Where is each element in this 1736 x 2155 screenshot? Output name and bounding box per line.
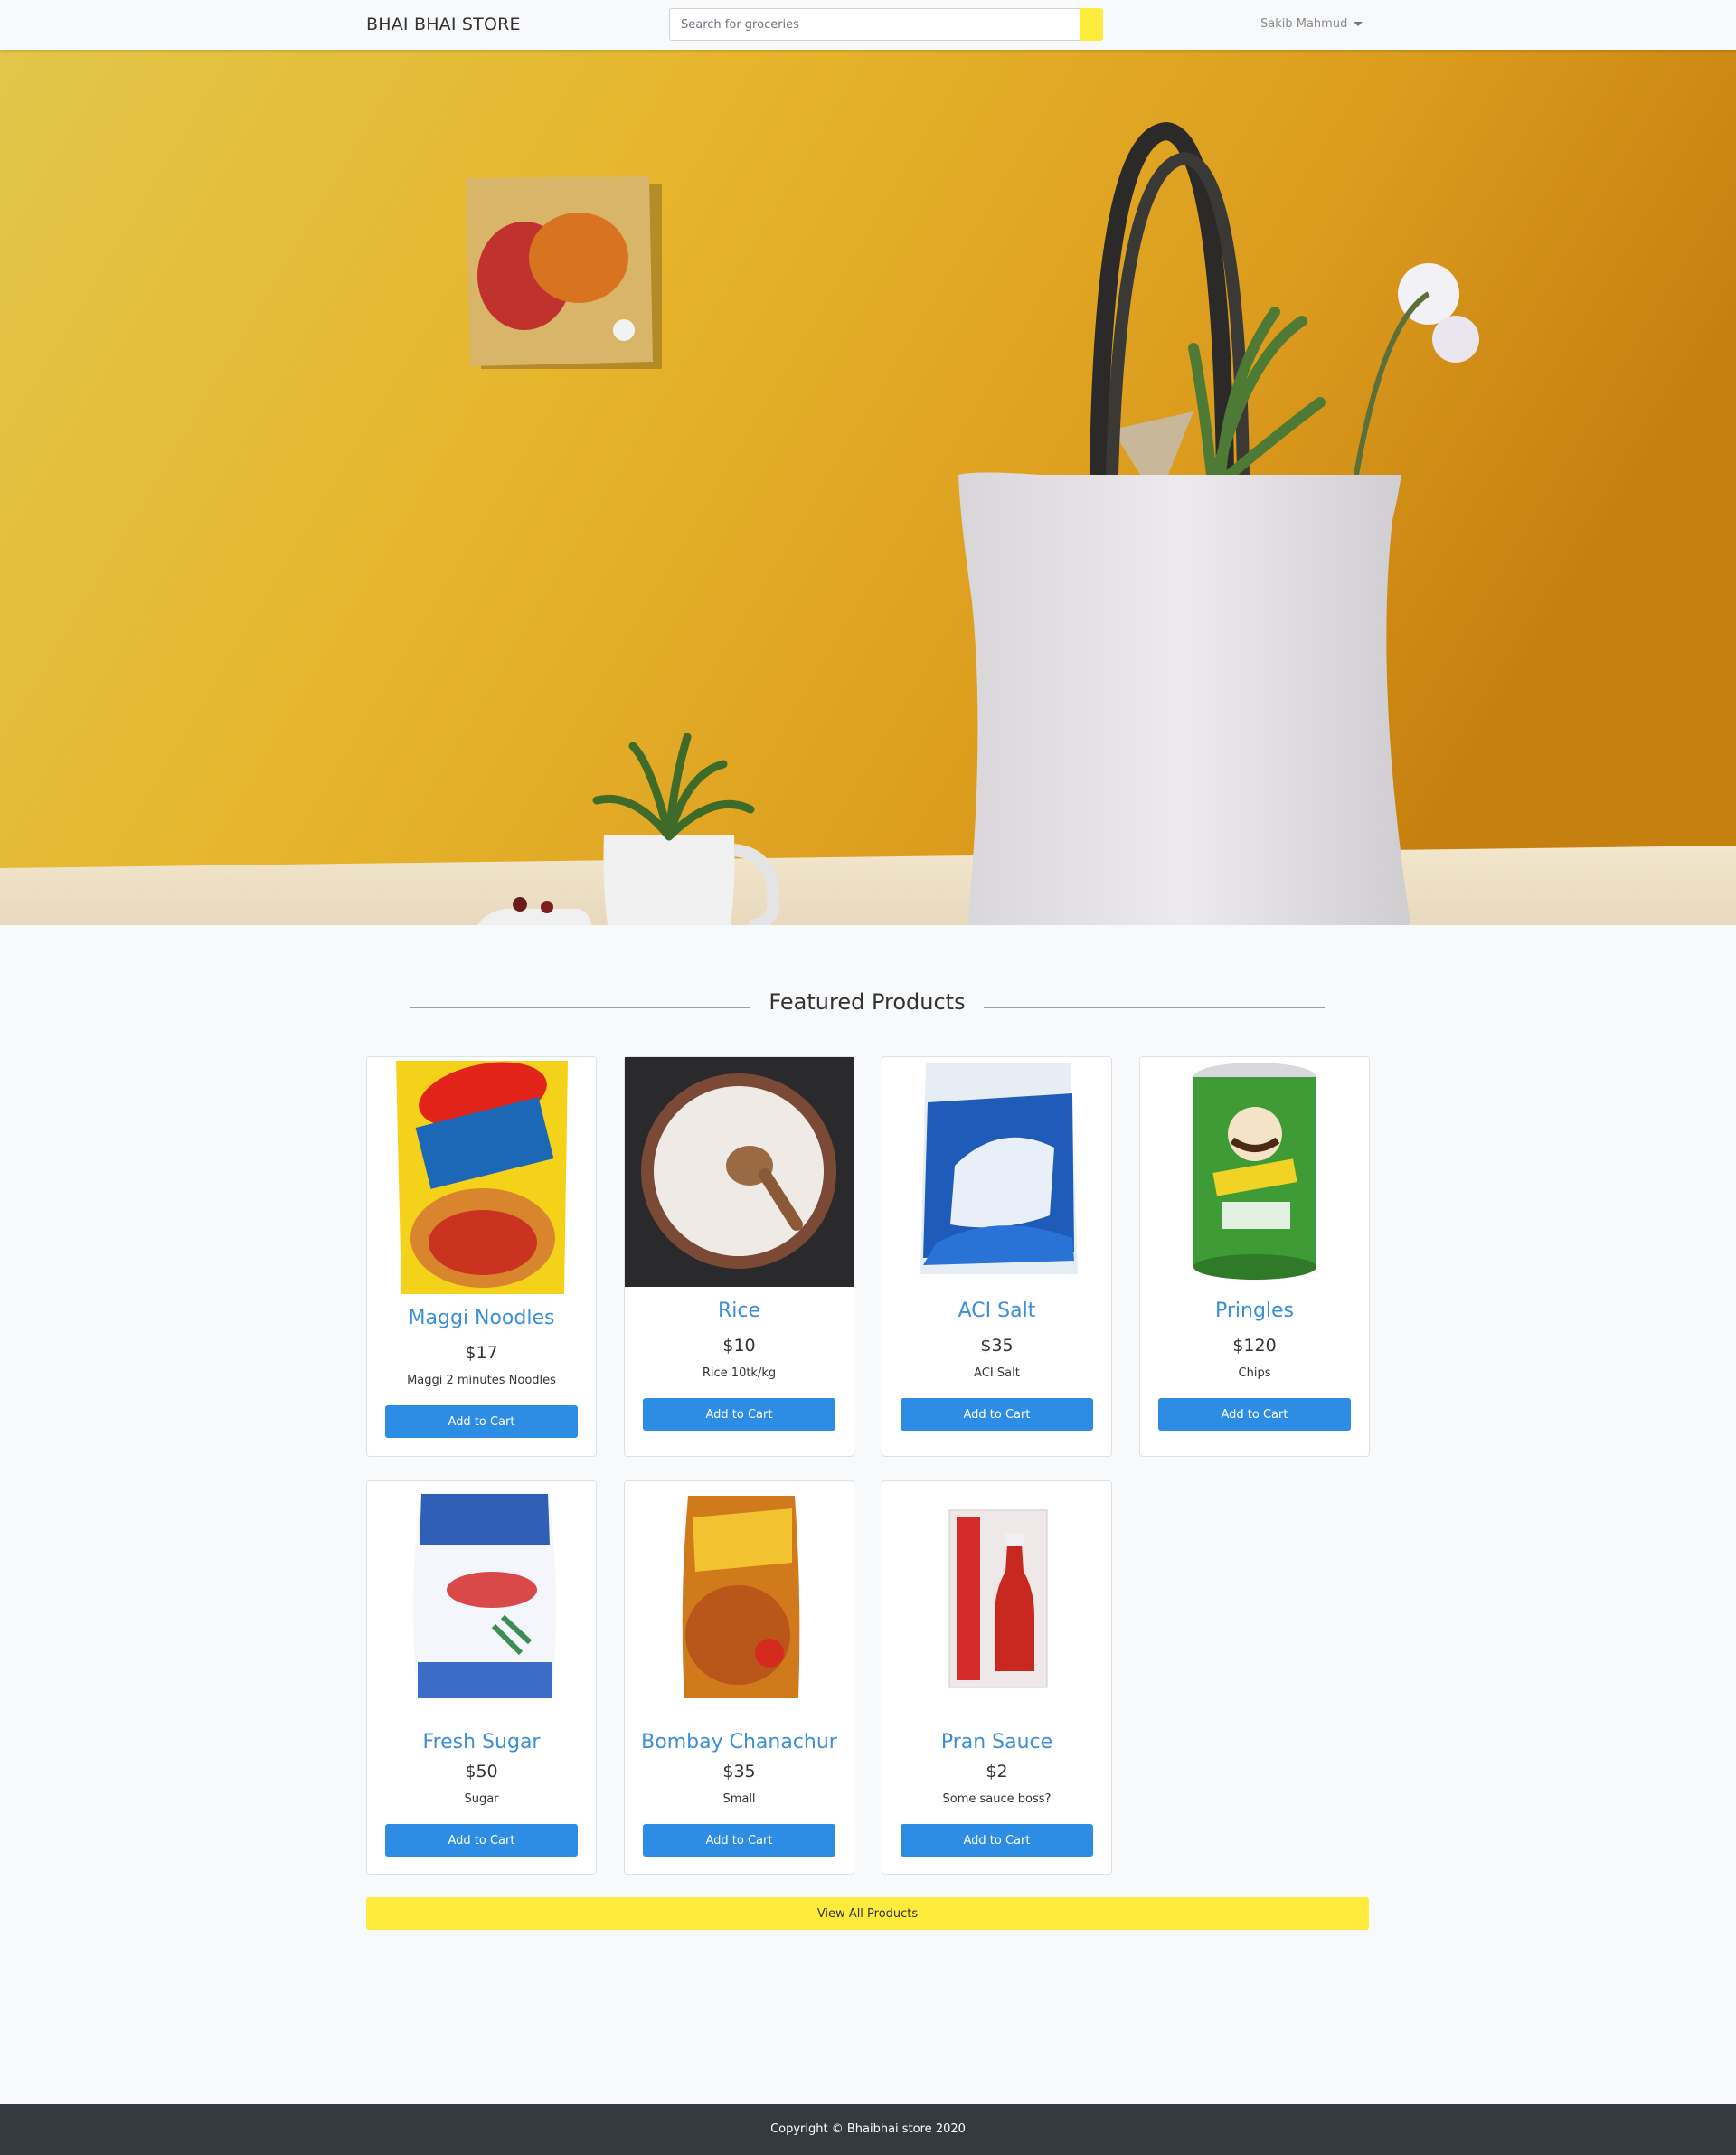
product-name-link[interactable]: ACI Salt bbox=[882, 1300, 1111, 1322]
hero-banner bbox=[0, 50, 1736, 925]
product-description: Sugar bbox=[464, 1792, 499, 1806]
product-description: Maggi 2 minutes Noodles bbox=[407, 1374, 556, 1387]
product-description: Small bbox=[722, 1792, 756, 1806]
product-card: Maggi Noodles $17 Maggi 2 minutes Noodle… bbox=[366, 1056, 597, 1457]
product-price: $50 bbox=[465, 1762, 498, 1782]
chanachur-pack-image bbox=[682, 1496, 800, 1698]
product-image[interactable] bbox=[385, 1481, 580, 1711]
view-all-products-button[interactable]: View All Products bbox=[366, 1897, 1369, 1930]
product-image[interactable] bbox=[901, 1481, 1095, 1711]
search-input[interactable] bbox=[669, 8, 1080, 41]
add-to-cart-button[interactable]: Add to Cart bbox=[643, 1824, 835, 1857]
navbar: BHAI BHAI STORE Sakib Mahmud bbox=[0, 0, 1736, 50]
add-to-cart-button[interactable]: Add to Cart bbox=[385, 1824, 578, 1857]
user-name: Sakib Mahmud bbox=[1260, 17, 1348, 31]
footer: Copyright © Bhaibhai store 2020 bbox=[0, 2104, 1736, 2155]
product-image[interactable] bbox=[643, 1481, 837, 1711]
product-card: ACI Salt $35 ACI Salt Add to Cart bbox=[882, 1056, 1112, 1457]
product-price: $35 bbox=[980, 1336, 1014, 1356]
add-to-cart-button[interactable]: Add to Cart bbox=[385, 1405, 578, 1438]
user-dropdown[interactable]: Sakib Mahmud bbox=[1260, 17, 1363, 31]
product-name-link[interactable]: Fresh Sugar bbox=[367, 1731, 596, 1753]
search-button[interactable] bbox=[1080, 8, 1103, 41]
add-to-cart-button[interactable]: Add to Cart bbox=[901, 1398, 1093, 1431]
wall-painting bbox=[466, 176, 662, 369]
hero-image bbox=[0, 50, 1736, 925]
add-to-cart-button[interactable]: Add to Cart bbox=[1158, 1398, 1351, 1431]
section-title: Featured Products bbox=[410, 989, 1325, 1015]
add-to-cart-button[interactable]: Add to Cart bbox=[901, 1824, 1093, 1857]
featured-products-heading: Featured Products bbox=[410, 989, 1325, 1026]
product-description: Chips bbox=[1238, 1366, 1271, 1380]
product-card: Bombay Chanachur $35 Small Add to Cart bbox=[624, 1480, 854, 1875]
product-description: ACI Salt bbox=[974, 1366, 1020, 1380]
product-price: $10 bbox=[722, 1336, 756, 1356]
product-name-link[interactable]: Maggi Noodles bbox=[367, 1307, 596, 1329]
rice-bowl-image bbox=[625, 1057, 854, 1287]
product-price: $17 bbox=[465, 1343, 498, 1363]
product-description: Rice 10tk/kg bbox=[702, 1366, 777, 1380]
product-image[interactable] bbox=[901, 1057, 1095, 1287]
product-name-link[interactable]: Rice bbox=[625, 1300, 854, 1322]
brand-logo-link[interactable]: BHAI BHAI STORE bbox=[366, 14, 521, 34]
aci-salt-pack-image bbox=[920, 1063, 1078, 1274]
product-card: Pringles $120 Chips Add to Cart bbox=[1139, 1056, 1370, 1457]
product-price: $35 bbox=[722, 1762, 756, 1782]
add-to-cart-button[interactable]: Add to Cart bbox=[643, 1398, 835, 1431]
product-price: $2 bbox=[986, 1762, 1008, 1782]
search-bar bbox=[669, 8, 1103, 41]
product-name-link[interactable]: Pringles bbox=[1140, 1300, 1369, 1322]
product-card: Rice $10 Rice 10tk/kg Add to Cart bbox=[624, 1056, 854, 1457]
product-image[interactable] bbox=[385, 1057, 580, 1296]
fresh-sugar-pack-image bbox=[412, 1494, 557, 1698]
sauce-bottle-image bbox=[948, 1509, 1048, 1688]
product-image[interactable] bbox=[625, 1057, 854, 1287]
product-card: Fresh Sugar $50 Sugar Add to Cart bbox=[366, 1480, 597, 1875]
pringles-can-image bbox=[1194, 1063, 1316, 1280]
product-name-link[interactable]: Bombay Chanachur bbox=[625, 1731, 854, 1753]
product-image[interactable] bbox=[1158, 1057, 1353, 1287]
product-name-link[interactable]: Pran Sauce bbox=[882, 1731, 1111, 1753]
product-price: $120 bbox=[1232, 1336, 1277, 1356]
maggi-noodles-pack-image bbox=[396, 1061, 568, 1294]
product-description: Some sauce boss? bbox=[942, 1792, 1052, 1806]
caret-down-icon bbox=[1354, 22, 1363, 26]
product-card: Pran Sauce $2 Some sauce boss? Add to Ca… bbox=[882, 1480, 1112, 1875]
copyright-text: Copyright © Bhaibhai store 2020 bbox=[770, 2122, 966, 2136]
